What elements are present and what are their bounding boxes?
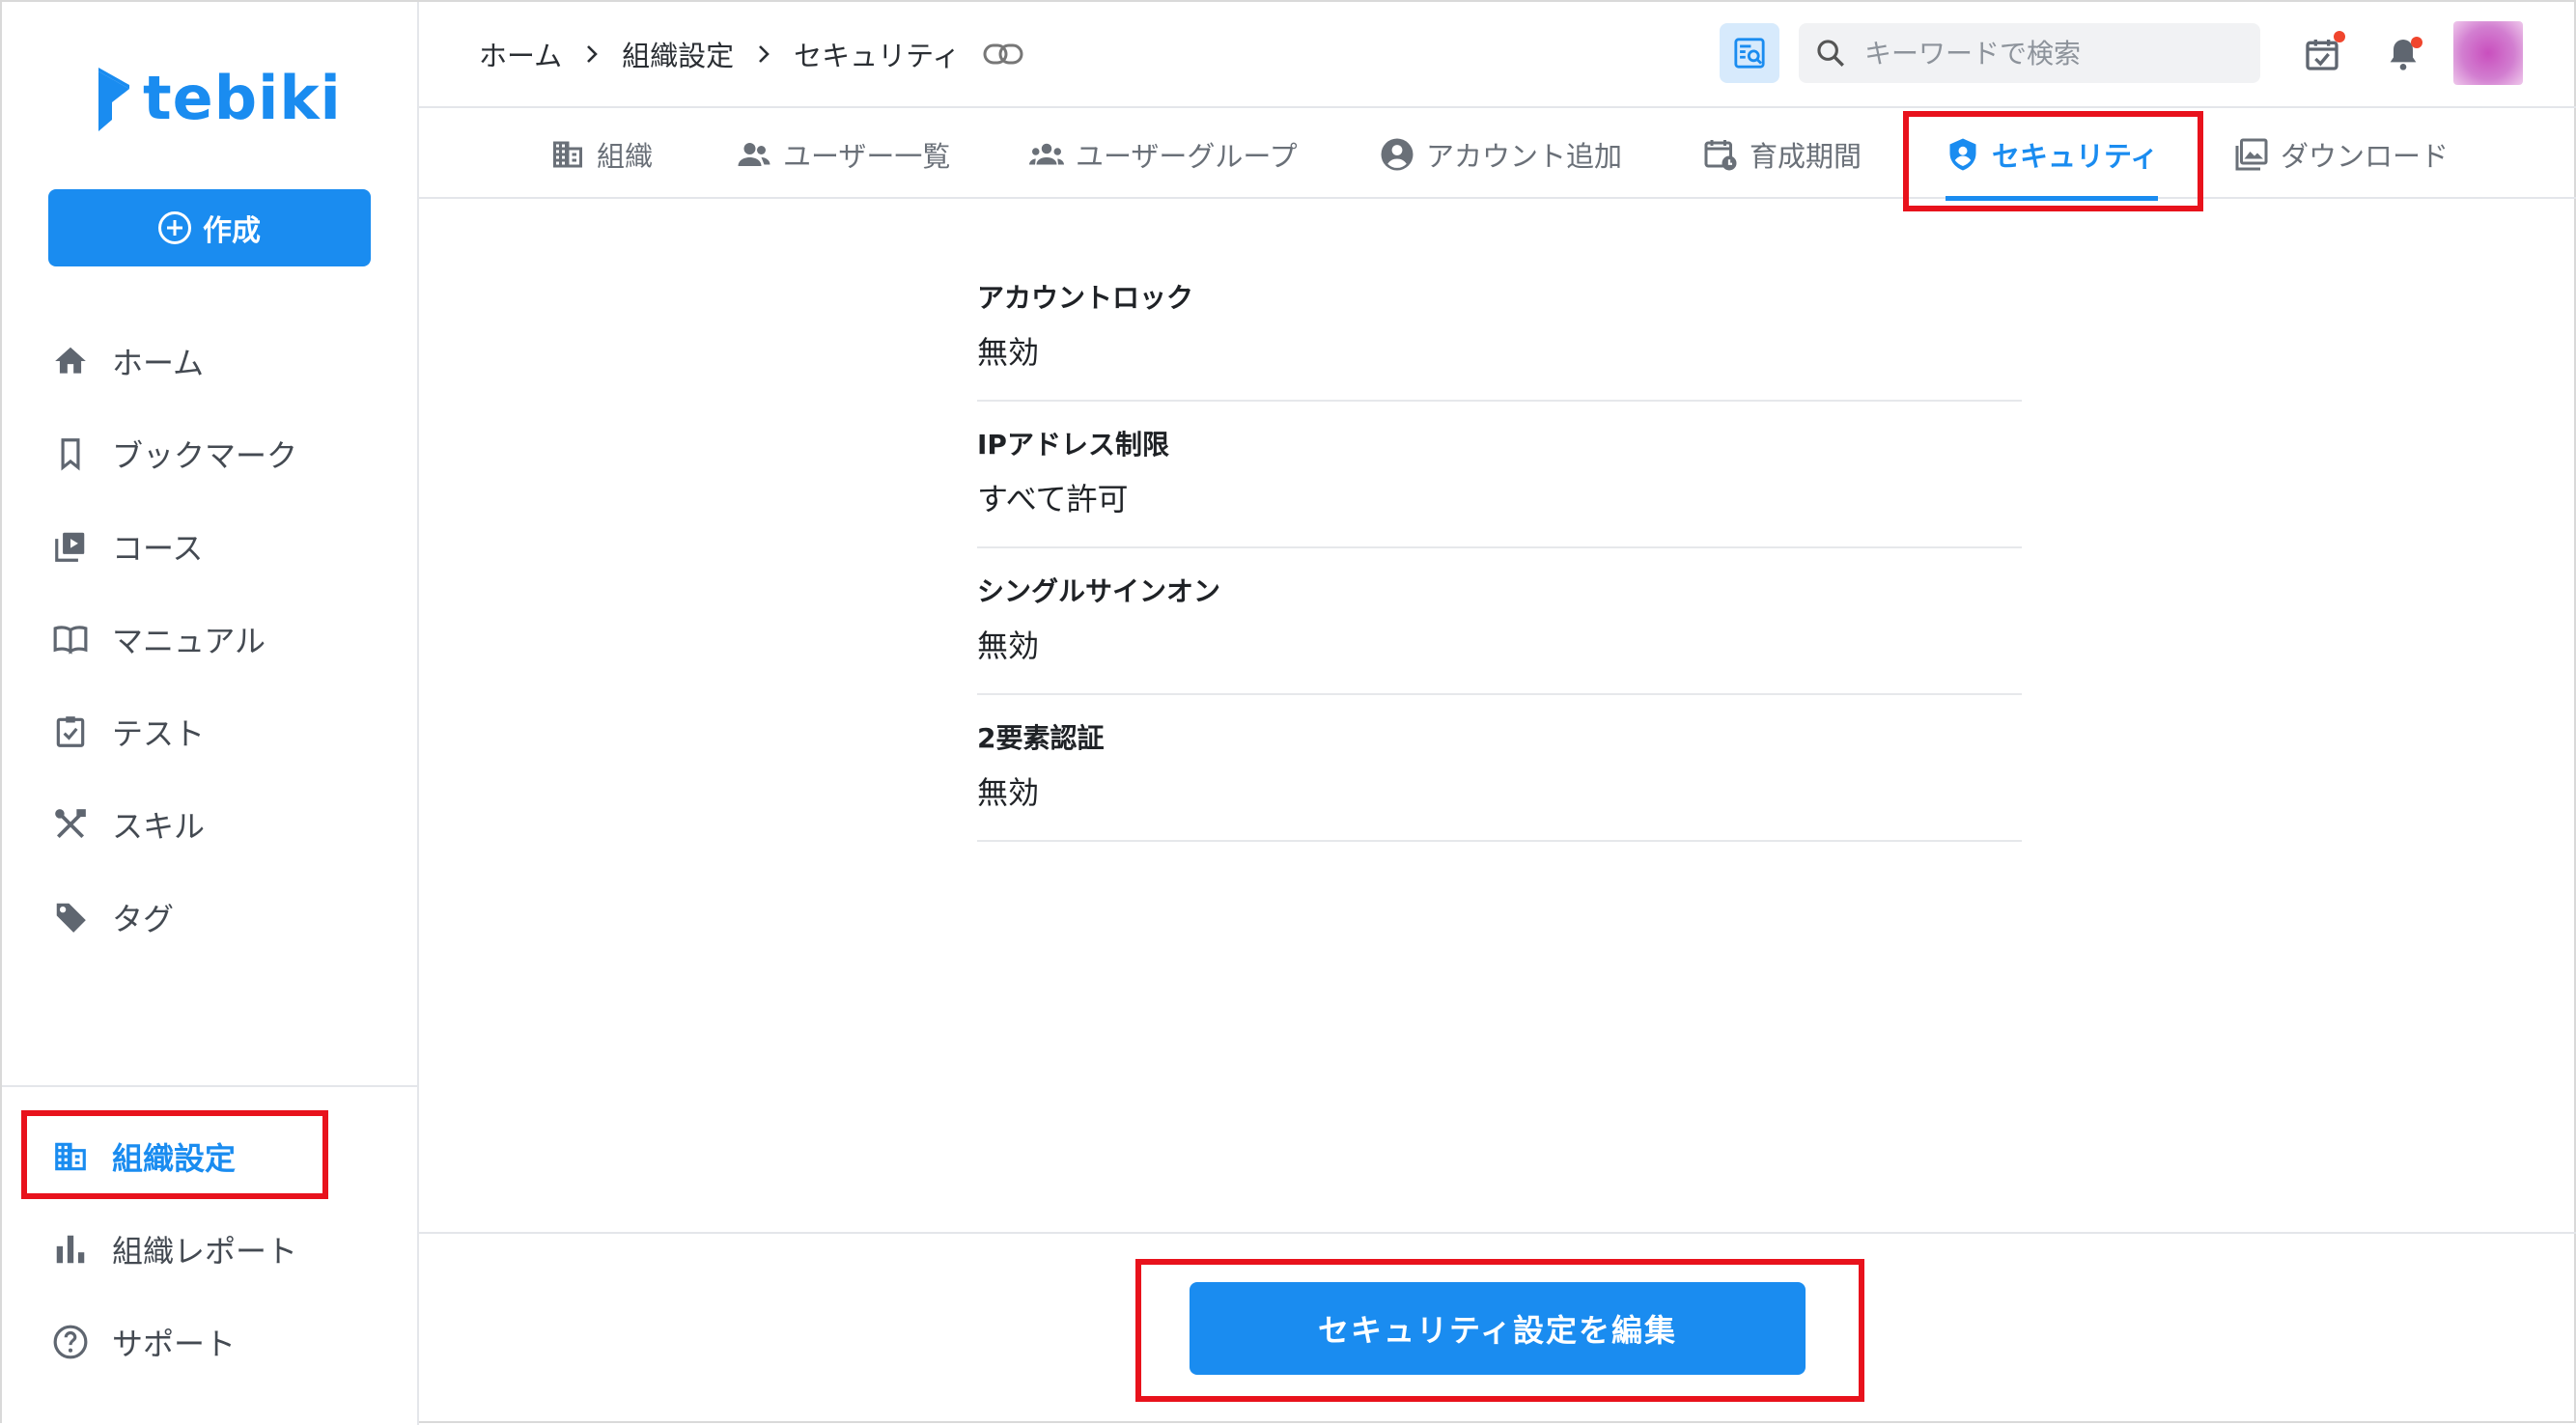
setting-single-sign-on: シングルサインオン 無効 bbox=[977, 548, 2022, 695]
sidebar-item-course[interactable]: コース bbox=[2, 500, 417, 593]
setting-two-factor-auth: 2要素認証 無効 bbox=[977, 695, 2022, 842]
help-icon bbox=[52, 1324, 89, 1360]
tab-download[interactable]: ダウンロード bbox=[2234, 110, 2449, 199]
shield-user-icon bbox=[1949, 138, 1976, 171]
sidebar-item-org-settings[interactable]: 組織設定 bbox=[2, 1110, 417, 1203]
sidebar-item-test[interactable]: テスト bbox=[2, 685, 417, 778]
sidebar-item-skill[interactable]: スキル bbox=[2, 778, 417, 871]
calendar-clock-icon bbox=[1704, 140, 1737, 171]
link-icon[interactable] bbox=[983, 42, 1023, 67]
create-button-label: 作成 bbox=[203, 214, 261, 248]
sidebar-item-label: タグ bbox=[112, 901, 175, 937]
sidebar-item-label: ブックマーク bbox=[112, 437, 298, 474]
tab-label: アカウント追加 bbox=[1426, 140, 1623, 173]
tab-label: 育成期間 bbox=[1750, 140, 1862, 173]
setting-value: すべて許可 bbox=[977, 481, 1129, 517]
setting-label: IPアドレス制限 bbox=[977, 429, 1169, 461]
breadcrumb-security: セキュリティ bbox=[794, 40, 961, 72]
footer-bar: セキュリティ設定を編集 bbox=[419, 1232, 2576, 1425]
building-icon bbox=[52, 1138, 89, 1175]
sidebar-item-tag[interactable]: タグ bbox=[2, 871, 417, 964]
logo-text: tebiki bbox=[143, 63, 342, 133]
sidebar-item-label: コース bbox=[112, 530, 204, 567]
sidebar-item-label: スキル bbox=[112, 808, 206, 845]
setting-ip-restriction: IPアドレス制限 すべて許可 bbox=[977, 402, 2022, 548]
plus-circle-icon bbox=[158, 211, 191, 244]
book-icon bbox=[52, 621, 89, 657]
sidebar-nav: ホーム ブックマーク コース マニュアル テスト スキル タグ bbox=[2, 315, 417, 964]
breadcrumb-org-settings[interactable]: 組織設定 bbox=[622, 34, 734, 74]
sidebar-item-label: サポート bbox=[112, 1326, 237, 1362]
tag-icon bbox=[52, 899, 89, 936]
setting-value: 無効 bbox=[977, 334, 1040, 371]
edit-security-settings-button[interactable]: セキュリティ設定を編集 bbox=[1190, 1282, 1806, 1375]
tab-training-period[interactable]: 育成期間 bbox=[1703, 110, 1862, 199]
sidebar-item-bookmark[interactable]: ブックマーク bbox=[2, 407, 417, 500]
search-box[interactable] bbox=[1799, 23, 2260, 83]
sidebar-item-label: ホーム bbox=[112, 345, 205, 381]
setting-value: 無効 bbox=[977, 628, 1040, 664]
tab-label: ユーザー一覧 bbox=[783, 140, 951, 173]
sidebar-item-org-report[interactable]: 組織レポート bbox=[2, 1203, 417, 1296]
course-icon bbox=[52, 528, 89, 565]
tools-icon bbox=[52, 806, 89, 843]
setting-label: アカウントロック bbox=[977, 282, 1194, 314]
breadcrumb: ホーム 組織設定 セキュリティ bbox=[479, 33, 1023, 75]
sidebar-item-label: 組織設定 bbox=[112, 1140, 237, 1177]
sidebar: tebiki 作成 ホーム ブックマーク コース マニュアル テスト スキル タ… bbox=[2, 2, 419, 1425]
breadcrumb-home[interactable]: ホーム bbox=[479, 34, 562, 74]
photo-library-icon bbox=[2235, 138, 2268, 171]
sidebar-bottom-nav: 組織設定 組織レポート サポート bbox=[2, 1110, 417, 1388]
tab-add-account[interactable]: アカウント追加 bbox=[1380, 110, 1622, 199]
tab-user-list[interactable]: ユーザー一覧 bbox=[737, 110, 950, 199]
settings-tabs: 組織 ユーザー一覧 ユーザーグループ アカウント追加 育成期間 セキュリティ ダ… bbox=[419, 110, 2576, 201]
sidebar-divider bbox=[2, 1085, 417, 1087]
building-icon bbox=[553, 141, 582, 168]
bar-chart-icon bbox=[52, 1231, 89, 1268]
tab-label: ダウンロード bbox=[2281, 140, 2450, 173]
bookmark-icon bbox=[52, 435, 89, 472]
app-window: tebiki 作成 ホーム ブックマーク コース マニュアル テスト スキル タ… bbox=[0, 0, 2576, 1425]
tab-user-groups[interactable]: ユーザーグループ bbox=[1029, 110, 1298, 199]
sidebar-item-support[interactable]: サポート bbox=[2, 1296, 417, 1388]
setting-label: 2要素認証 bbox=[977, 722, 1105, 754]
tebiki-logo[interactable]: tebiki bbox=[95, 62, 342, 135]
bell-notification-dot bbox=[2411, 37, 2422, 48]
logo-mark-icon bbox=[98, 68, 129, 131]
home-icon bbox=[52, 343, 89, 379]
document-search-icon bbox=[1734, 38, 1765, 69]
search-icon bbox=[1817, 40, 1844, 67]
search-filter-button[interactable] bbox=[1720, 23, 1779, 83]
calendar-notification-dot bbox=[2334, 31, 2345, 42]
sidebar-item-manual[interactable]: マニュアル bbox=[2, 593, 417, 685]
users-icon bbox=[738, 143, 770, 166]
tab-label: 組織 bbox=[597, 140, 654, 173]
security-settings-list: アカウントロック 無効 IPアドレス制限 すべて許可 シングルサインオン 無効 … bbox=[977, 255, 2022, 842]
setting-account-lock: アカウントロック 無効 bbox=[977, 255, 2022, 402]
create-button[interactable]: 作成 bbox=[48, 189, 371, 266]
user-avatar[interactable] bbox=[2453, 21, 2523, 85]
tab-label: セキュリティ bbox=[1992, 140, 2159, 173]
chevron-right-icon bbox=[759, 45, 770, 63]
search-input[interactable] bbox=[1864, 37, 2231, 70]
tab-label: ユーザーグループ bbox=[1076, 140, 1298, 173]
sidebar-item-label: 組織レポート bbox=[112, 1233, 298, 1270]
tab-security[interactable]: セキュリティ bbox=[1946, 110, 2159, 201]
setting-label: シングルサインオン bbox=[977, 575, 1221, 607]
sidebar-item-label: テスト bbox=[112, 715, 206, 752]
setting-value: 無効 bbox=[977, 774, 1040, 811]
chevron-right-icon bbox=[587, 45, 598, 63]
tab-organization[interactable]: 組織 bbox=[550, 110, 653, 199]
sidebar-item-label: マニュアル bbox=[112, 623, 266, 659]
account-circle-icon bbox=[1381, 138, 1414, 171]
group-icon bbox=[1029, 143, 1064, 165]
clipboard-check-icon bbox=[52, 713, 89, 750]
sidebar-item-home[interactable]: ホーム bbox=[2, 315, 417, 407]
top-header: ホーム 組織設定 セキュリティ bbox=[419, 2, 2576, 108]
